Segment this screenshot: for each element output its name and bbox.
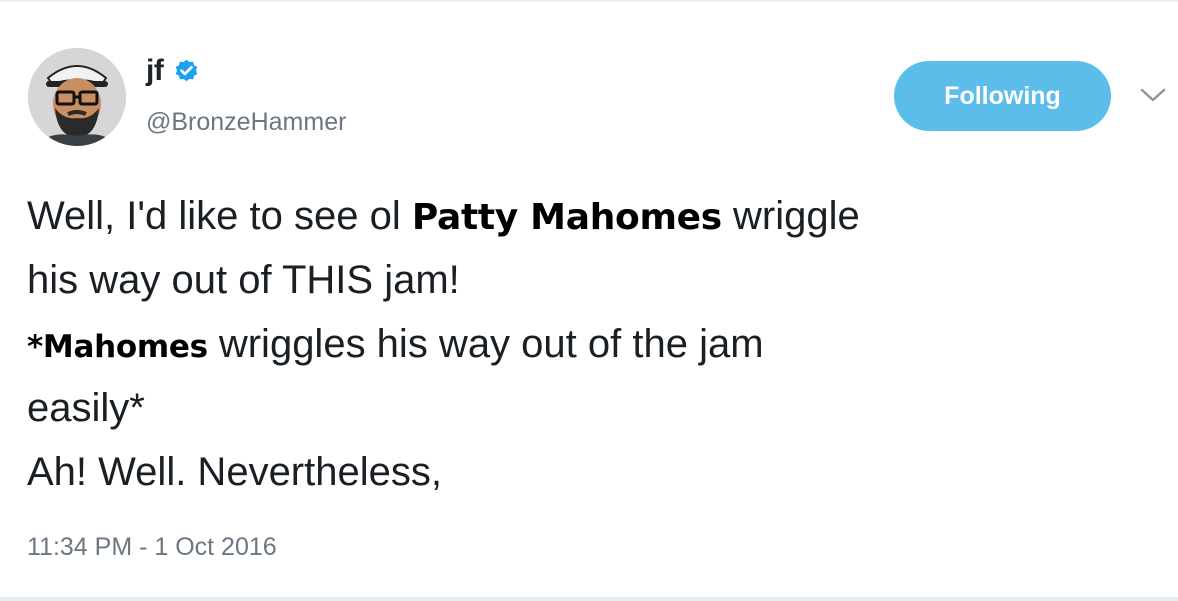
- bearded-man-with-hat-avatar-icon: [28, 48, 126, 146]
- following-button[interactable]: Following: [894, 61, 1111, 131]
- tweet-text-segment: wriggles his way out of the jam: [207, 322, 764, 366]
- tweet-text-segment: wriggle: [721, 194, 860, 238]
- chevron-down-icon[interactable]: [1138, 84, 1168, 106]
- tweet-line-2: his way out of THIS jam!: [27, 258, 460, 302]
- tweet-line-1: Well, I'd like to see ol Patty Mahomes w…: [27, 184, 1147, 248]
- tweet-text-segment: Well, I'd like to see ol: [27, 194, 412, 238]
- verified-badge-icon: [176, 59, 198, 81]
- avatar[interactable]: [28, 48, 126, 146]
- edited-name-overlay: *Mahomes: [27, 329, 208, 365]
- edited-name-overlay: Patty Mahomes: [411, 197, 722, 238]
- tweet-line-4: easily*: [27, 386, 145, 430]
- user-handle[interactable]: @BronzeHammer: [146, 108, 346, 137]
- tweet-text: Well, I'd like to see ol Patty Mahomes w…: [27, 184, 1147, 504]
- display-name[interactable]: jf: [146, 54, 164, 88]
- tweet-line-3: *Mahomes wriggles his way out of the jam: [27, 312, 1147, 376]
- tweet-timestamp[interactable]: 11:34 PM - 1 Oct 2016: [27, 533, 277, 562]
- user-name-row: jf: [146, 54, 200, 88]
- tweet-card: jf @BronzeHammer Following Well, I'd lik…: [0, 0, 1178, 601]
- tweet-line-5: Ah! Well. Nevertheless,: [27, 450, 442, 494]
- top-divider: [0, 0, 1178, 2]
- bottom-divider: [0, 597, 1178, 601]
